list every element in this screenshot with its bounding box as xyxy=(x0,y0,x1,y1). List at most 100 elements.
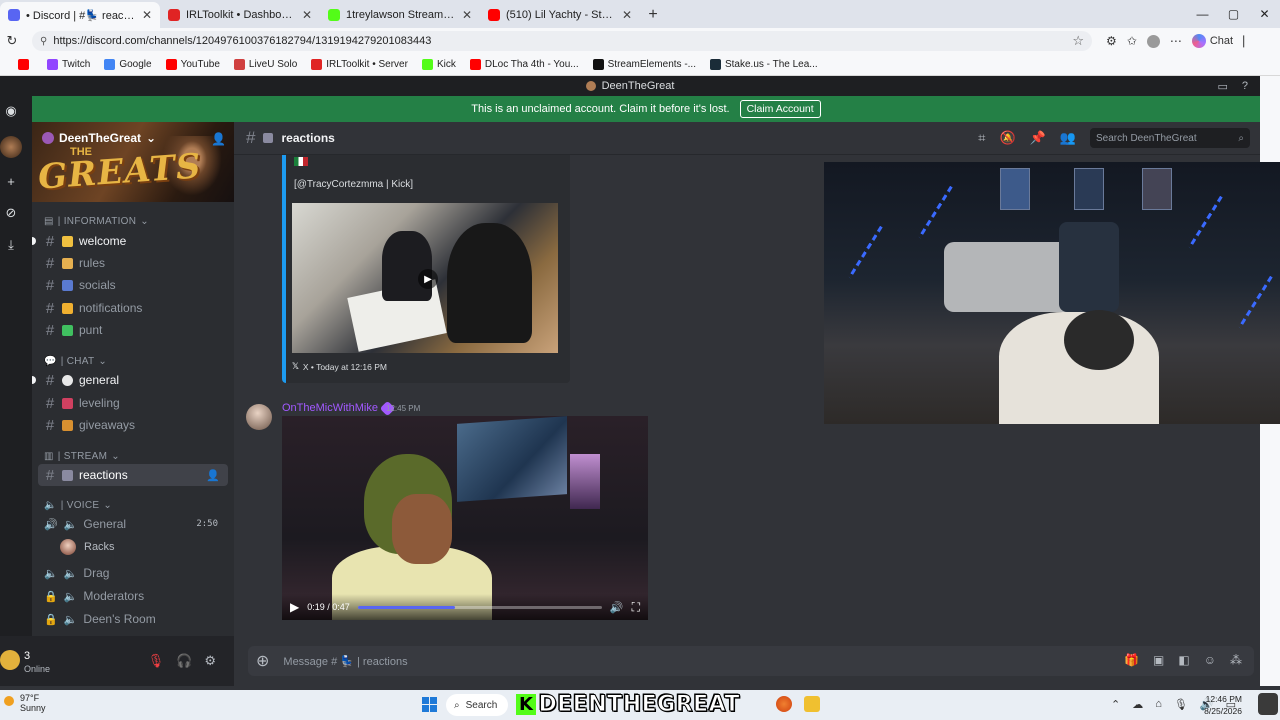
apps-icon[interactable]: ⁂ xyxy=(1230,653,1242,667)
server-name-header[interactable]: DeenTheGreat ⌄ xyxy=(42,131,156,145)
channel-welcome[interactable]: # welcome xyxy=(32,230,228,252)
network-icon[interactable]: ⌂ xyxy=(1155,698,1162,711)
add-attachment-icon[interactable]: ⊕ xyxy=(256,651,269,671)
play-icon[interactable]: ▶ xyxy=(418,269,438,289)
bookmark-google[interactable]: Google xyxy=(104,59,152,70)
maximize-icon[interactable]: ▢ xyxy=(1218,0,1249,28)
bookmark-dloc[interactable]: DLoc Tha 4th - You... xyxy=(469,59,579,70)
copilot-chat-button[interactable]: Chat xyxy=(1191,34,1233,48)
sidebar-toggle-icon[interactable]: ⎸ xyxy=(1243,34,1255,49)
embed-video-thumbnail[interactable]: ▶ xyxy=(292,203,558,353)
site-info-icon[interactable]: ⚲ xyxy=(40,36,47,47)
mic-muted-icon[interactable]: 🎙 xyxy=(148,653,165,669)
voice-channel-drag[interactable]: 🔈 🔈 Drag xyxy=(38,562,228,584)
sticker-icon[interactable]: ◧ xyxy=(1178,653,1189,667)
close-window-icon[interactable]: ✕ xyxy=(1249,0,1280,28)
server-icon-deenthegreat[interactable] xyxy=(0,136,22,158)
category-stream[interactable]: ▥ | STREAM ⌄ xyxy=(44,451,120,462)
channel-general[interactable]: # general xyxy=(32,369,228,391)
notifications-off-icon[interactable]: 🔕 xyxy=(999,130,1015,146)
channel-reactions[interactable]: # reactions 👤 xyxy=(38,464,228,486)
weather-widget[interactable]: 97°F Sunny xyxy=(4,693,46,713)
invite-people-icon[interactable]: 👤 xyxy=(211,132,226,146)
tab-discord[interactable]: • Discord | #💺 reactions | Deen ✕ xyxy=(0,2,160,28)
minimize-icon[interactable]: — xyxy=(1187,0,1218,28)
channel-notifications[interactable]: # notifications xyxy=(38,297,228,319)
file-explorer-icon[interactable] xyxy=(804,696,820,712)
channel-socials[interactable]: # socials xyxy=(38,274,228,296)
claim-account-button[interactable]: Claim Account xyxy=(739,100,821,118)
notification-icon[interactable] xyxy=(1258,693,1278,715)
url-field[interactable]: ⚲ https://discord.com/channels/120497610… xyxy=(32,31,1092,51)
bookmark-liveu[interactable]: LiveU Solo xyxy=(233,59,297,70)
avatar[interactable] xyxy=(246,404,272,430)
voice-channel-general[interactable]: 🔊 🔈 General 2:50 xyxy=(38,513,228,535)
favorites-icon[interactable]: ✩ xyxy=(1127,34,1137,48)
avatar xyxy=(60,539,76,555)
category-chat[interactable]: 💬 | CHAT ⌄ xyxy=(44,356,107,367)
volume-icon[interactable]: 🔊 xyxy=(610,601,624,614)
bookmark-streamelements[interactable]: StreamElements -... xyxy=(592,59,696,70)
settings-gear-icon[interactable]: ⚙ xyxy=(204,653,216,669)
voice-channel-deens-room[interactable]: 🔒 🔈 Deen's Room xyxy=(38,608,228,630)
member-list-icon[interactable]: 👥 xyxy=(1060,130,1076,146)
channel-leveling[interactable]: # leveling xyxy=(38,392,228,414)
tab-youtube[interactable]: (510) Lil Yachty - Strike (Holster) (O ✕ xyxy=(480,2,640,28)
threads-icon[interactable]: ⌗ xyxy=(978,130,985,146)
close-tab-icon[interactable]: ✕ xyxy=(302,8,312,22)
bookmark-youtube-red[interactable] xyxy=(18,59,33,70)
voice-channel-moderators[interactable]: 🔒 🔈 Moderators xyxy=(38,585,228,607)
tab-kick-stream[interactable]: 1treylawson Stream - Watch Live o ✕ xyxy=(320,2,480,28)
bookmark-stake[interactable]: Stake.us - The Lea... xyxy=(709,59,818,70)
reload-icon[interactable]: ↻ xyxy=(0,33,24,49)
emoji-icon[interactable]: ☺ xyxy=(1204,653,1216,667)
browser-app-icon[interactable] xyxy=(776,696,792,712)
inbox-icon[interactable]: ▭ xyxy=(1217,80,1227,93)
windows-start-icon[interactable] xyxy=(422,697,437,712)
category-voice[interactable]: 🔈 | VOICE ⌄ xyxy=(44,500,112,511)
gift-icon[interactable]: 🎁 xyxy=(1124,653,1139,667)
category-information[interactable]: ▤ | INFORMATION ⌄ xyxy=(44,216,149,227)
extensions-icon[interactable]: ⚙ xyxy=(1106,34,1117,48)
tab-irltoolkit[interactable]: IRLToolkit • Dashboard ✕ xyxy=(160,2,320,28)
bookmark-kick[interactable]: Kick xyxy=(421,59,456,70)
message-composer[interactable]: ⊕ Message # 💺 | reactions 🎁 ▣ ◧ ☺ ⁂ xyxy=(248,646,1254,676)
add-server-icon[interactable]: + xyxy=(0,170,22,192)
gif-icon[interactable]: ▣ xyxy=(1153,653,1164,667)
taskbar-search[interactable]: ⌕ Search xyxy=(446,694,508,716)
explore-icon[interactable]: ⊘ xyxy=(0,202,22,224)
close-tab-icon[interactable]: ✕ xyxy=(142,8,152,22)
play-icon[interactable]: ▶ xyxy=(290,600,299,614)
download-icon[interactable]: ⤓ xyxy=(0,234,22,256)
user-avatar[interactable] xyxy=(0,650,20,670)
profile-avatar[interactable] xyxy=(1146,34,1160,48)
bookmark-star-icon[interactable]: ☆ xyxy=(1072,33,1084,49)
taskbar-apps xyxy=(776,696,820,712)
server-banner[interactable]: DeenTheGreat ⌄ 👤 THE GREATS xyxy=(32,122,234,202)
channel-rules[interactable]: # rules xyxy=(38,252,228,274)
video-progress-bar[interactable] xyxy=(357,605,602,609)
video-attachment[interactable]: ▶ 0:19 / 0:47 🔊 ⛶ xyxy=(282,416,648,620)
voice-member-racks[interactable]: Racks xyxy=(60,539,115,555)
pin-icon[interactable]: 📌 xyxy=(1030,130,1046,146)
help-icon[interactable]: ? xyxy=(1242,80,1248,93)
fullscreen-icon[interactable]: ⛶ xyxy=(632,600,640,615)
more-menu-icon[interactable]: ⋯ xyxy=(1170,34,1182,48)
taskbar-clock[interactable]: 12:46 PM 8/25/2026 xyxy=(1204,693,1242,717)
search-input[interactable]: Search DeenTheGreat ⌕ xyxy=(1090,128,1250,148)
bookmark-irltoolkit[interactable]: IRLToolkit • Server xyxy=(311,59,408,70)
channel-giveaways[interactable]: # giveaways xyxy=(38,414,228,436)
close-tab-icon[interactable]: ✕ xyxy=(622,8,632,22)
chevron-up-icon[interactable]: ⌃ xyxy=(1111,698,1120,711)
headphones-icon[interactable]: 🎧 xyxy=(176,653,192,669)
mic-icon[interactable]: 🎙 xyxy=(1174,698,1188,711)
add-member-icon[interactable]: 👤 xyxy=(206,469,220,482)
message-author[interactable]: OnTheMicWithMike xyxy=(282,400,396,416)
new-tab-button[interactable]: + xyxy=(640,2,666,28)
bookmark-youtube[interactable]: YouTube xyxy=(165,59,220,70)
bookmark-twitch[interactable]: Twitch xyxy=(47,59,90,70)
discord-home-icon[interactable]: ◉ xyxy=(0,100,22,122)
channel-punt[interactable]: # punt xyxy=(38,319,228,341)
onedrive-icon[interactable]: ☁ xyxy=(1132,698,1143,711)
close-tab-icon[interactable]: ✕ xyxy=(462,8,472,22)
